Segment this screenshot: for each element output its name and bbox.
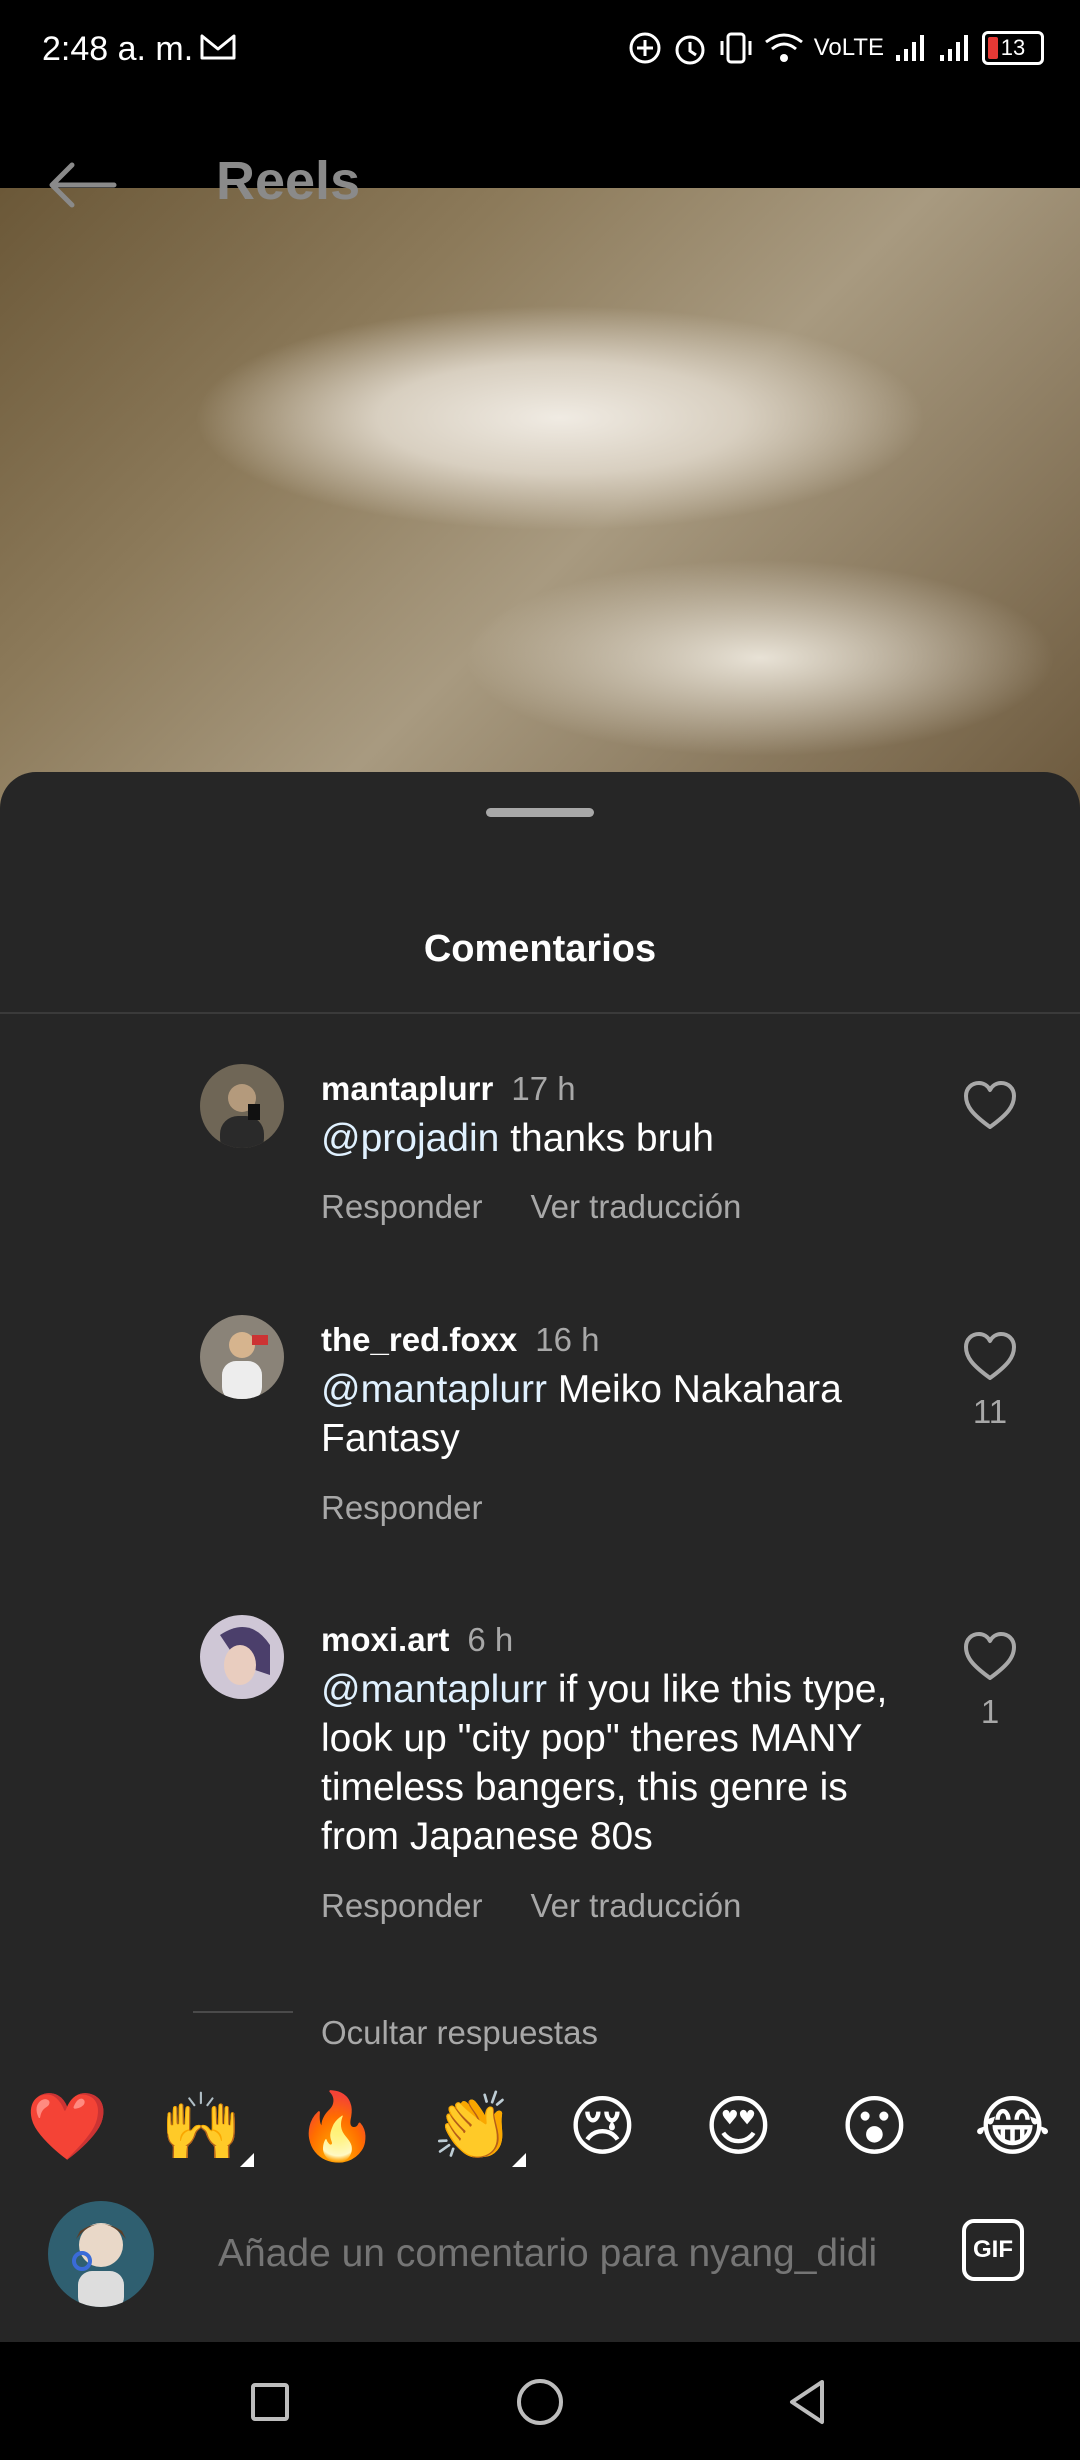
status-icons: VoLTE 13: [628, 30, 1044, 66]
battery-icon: 13: [982, 31, 1044, 65]
like-count[interactable]: 11: [940, 1393, 1040, 1431]
hide-replies-button[interactable]: Ocultar respuestas: [321, 2014, 598, 2052]
emoji-fire[interactable]: 🔥: [296, 2093, 378, 2159]
heart-icon[interactable]: [962, 1080, 1018, 1132]
comment-text: @mantaplurr Meiko Nakahara Fantasy: [321, 1368, 842, 1460]
comment-username[interactable]: mantaplurr 17 h: [321, 1070, 576, 1108]
reply-button[interactable]: Responder: [321, 1188, 482, 1226]
home-icon[interactable]: [510, 2372, 570, 2432]
signal-icon: [940, 35, 968, 61]
signal-icon: [896, 35, 924, 61]
heart-icon[interactable]: [962, 1631, 1018, 1683]
comment-username[interactable]: the_red.foxx 16 h: [321, 1321, 599, 1359]
reel-video-preview[interactable]: [0, 188, 1080, 808]
comment-actions: Responder Ver traducción: [321, 1188, 741, 1226]
skin-tone-indicator: [512, 2153, 526, 2167]
emoji-laughing[interactable]: 😂: [974, 2093, 1051, 2159]
avatar: [48, 2201, 154, 2307]
vibrate-icon: [720, 32, 752, 64]
page-title: Reels: [216, 151, 361, 211]
comment-username[interactable]: moxi.art 6 h: [321, 1621, 513, 1659]
comment-time: 6 h: [467, 1621, 514, 1658]
comment-input-bar: GIF: [0, 2177, 1080, 2342]
comment-input[interactable]: [216, 2217, 920, 2291]
avatar[interactable]: [200, 1615, 284, 1699]
mention-link[interactable]: @mantaplurr: [321, 1668, 547, 1711]
top-bar: [0, 100, 1080, 190]
emoji-raised-hands[interactable]: 🙌: [160, 2093, 242, 2159]
comment-time: 17 h: [511, 1070, 576, 1107]
emoji-reaction-bar: ❤️ 🙌 🔥 👏 😢 😍 😮 😂: [0, 2065, 1080, 2177]
comment-actions: Responder: [321, 1489, 482, 1527]
replies-divider: [193, 2011, 293, 2013]
avatar[interactable]: [200, 1064, 284, 1148]
emoji-heart[interactable]: ❤️: [26, 2093, 108, 2159]
battery-level: 13: [1000, 35, 1026, 60]
reply-button[interactable]: Responder: [321, 1887, 482, 1925]
status-bar: 2:48 a. m. VoLTE 13: [0, 0, 1080, 100]
volte-label: VoLTE: [813, 34, 884, 61]
gif-button[interactable]: GIF: [962, 2219, 1024, 2281]
heart-icon[interactable]: [962, 1331, 1018, 1383]
alarm-icon: [675, 35, 705, 65]
emoji-heart-eyes[interactable]: 😍: [704, 2093, 773, 2159]
emoji-surprised[interactable]: 😮: [840, 2093, 909, 2159]
comment-text: @mantaplurr if you like this type, look …: [321, 1668, 888, 1858]
emoji-clap[interactable]: 👏: [432, 2093, 514, 2159]
divider: [0, 1012, 1080, 1014]
mention-link[interactable]: @projadin: [321, 1117, 499, 1160]
comment-time: 16 h: [535, 1321, 600, 1358]
wifi-icon: [764, 33, 803, 62]
mention-link[interactable]: @mantaplurr: [321, 1368, 547, 1411]
recents-icon[interactable]: [240, 2372, 300, 2432]
skin-tone-indicator: [240, 2153, 254, 2167]
sheet-drag-handle[interactable]: [486, 808, 594, 817]
add-circle-icon: [629, 32, 661, 64]
see-translation-button[interactable]: Ver traducción: [530, 1887, 741, 1925]
status-time: 2:48 a. m.: [42, 30, 194, 68]
back-icon[interactable]: [778, 2372, 838, 2432]
emoji-crying[interactable]: 😢: [568, 2093, 637, 2159]
gmail-icon: [200, 34, 236, 60]
sheet-title: Comentarios: [423, 928, 657, 970]
reply-button[interactable]: Responder: [321, 1489, 482, 1527]
see-translation-button[interactable]: Ver traducción: [530, 1188, 741, 1226]
avatar[interactable]: [200, 1315, 284, 1399]
comment-actions: Responder Ver traducción: [321, 1887, 741, 1925]
like-count[interactable]: 1: [940, 1693, 1040, 1731]
arrow-left-icon[interactable]: [44, 155, 124, 215]
comment-text: @projadin thanks bruh: [321, 1117, 714, 1160]
system-nav-bar: [0, 2342, 1080, 2460]
